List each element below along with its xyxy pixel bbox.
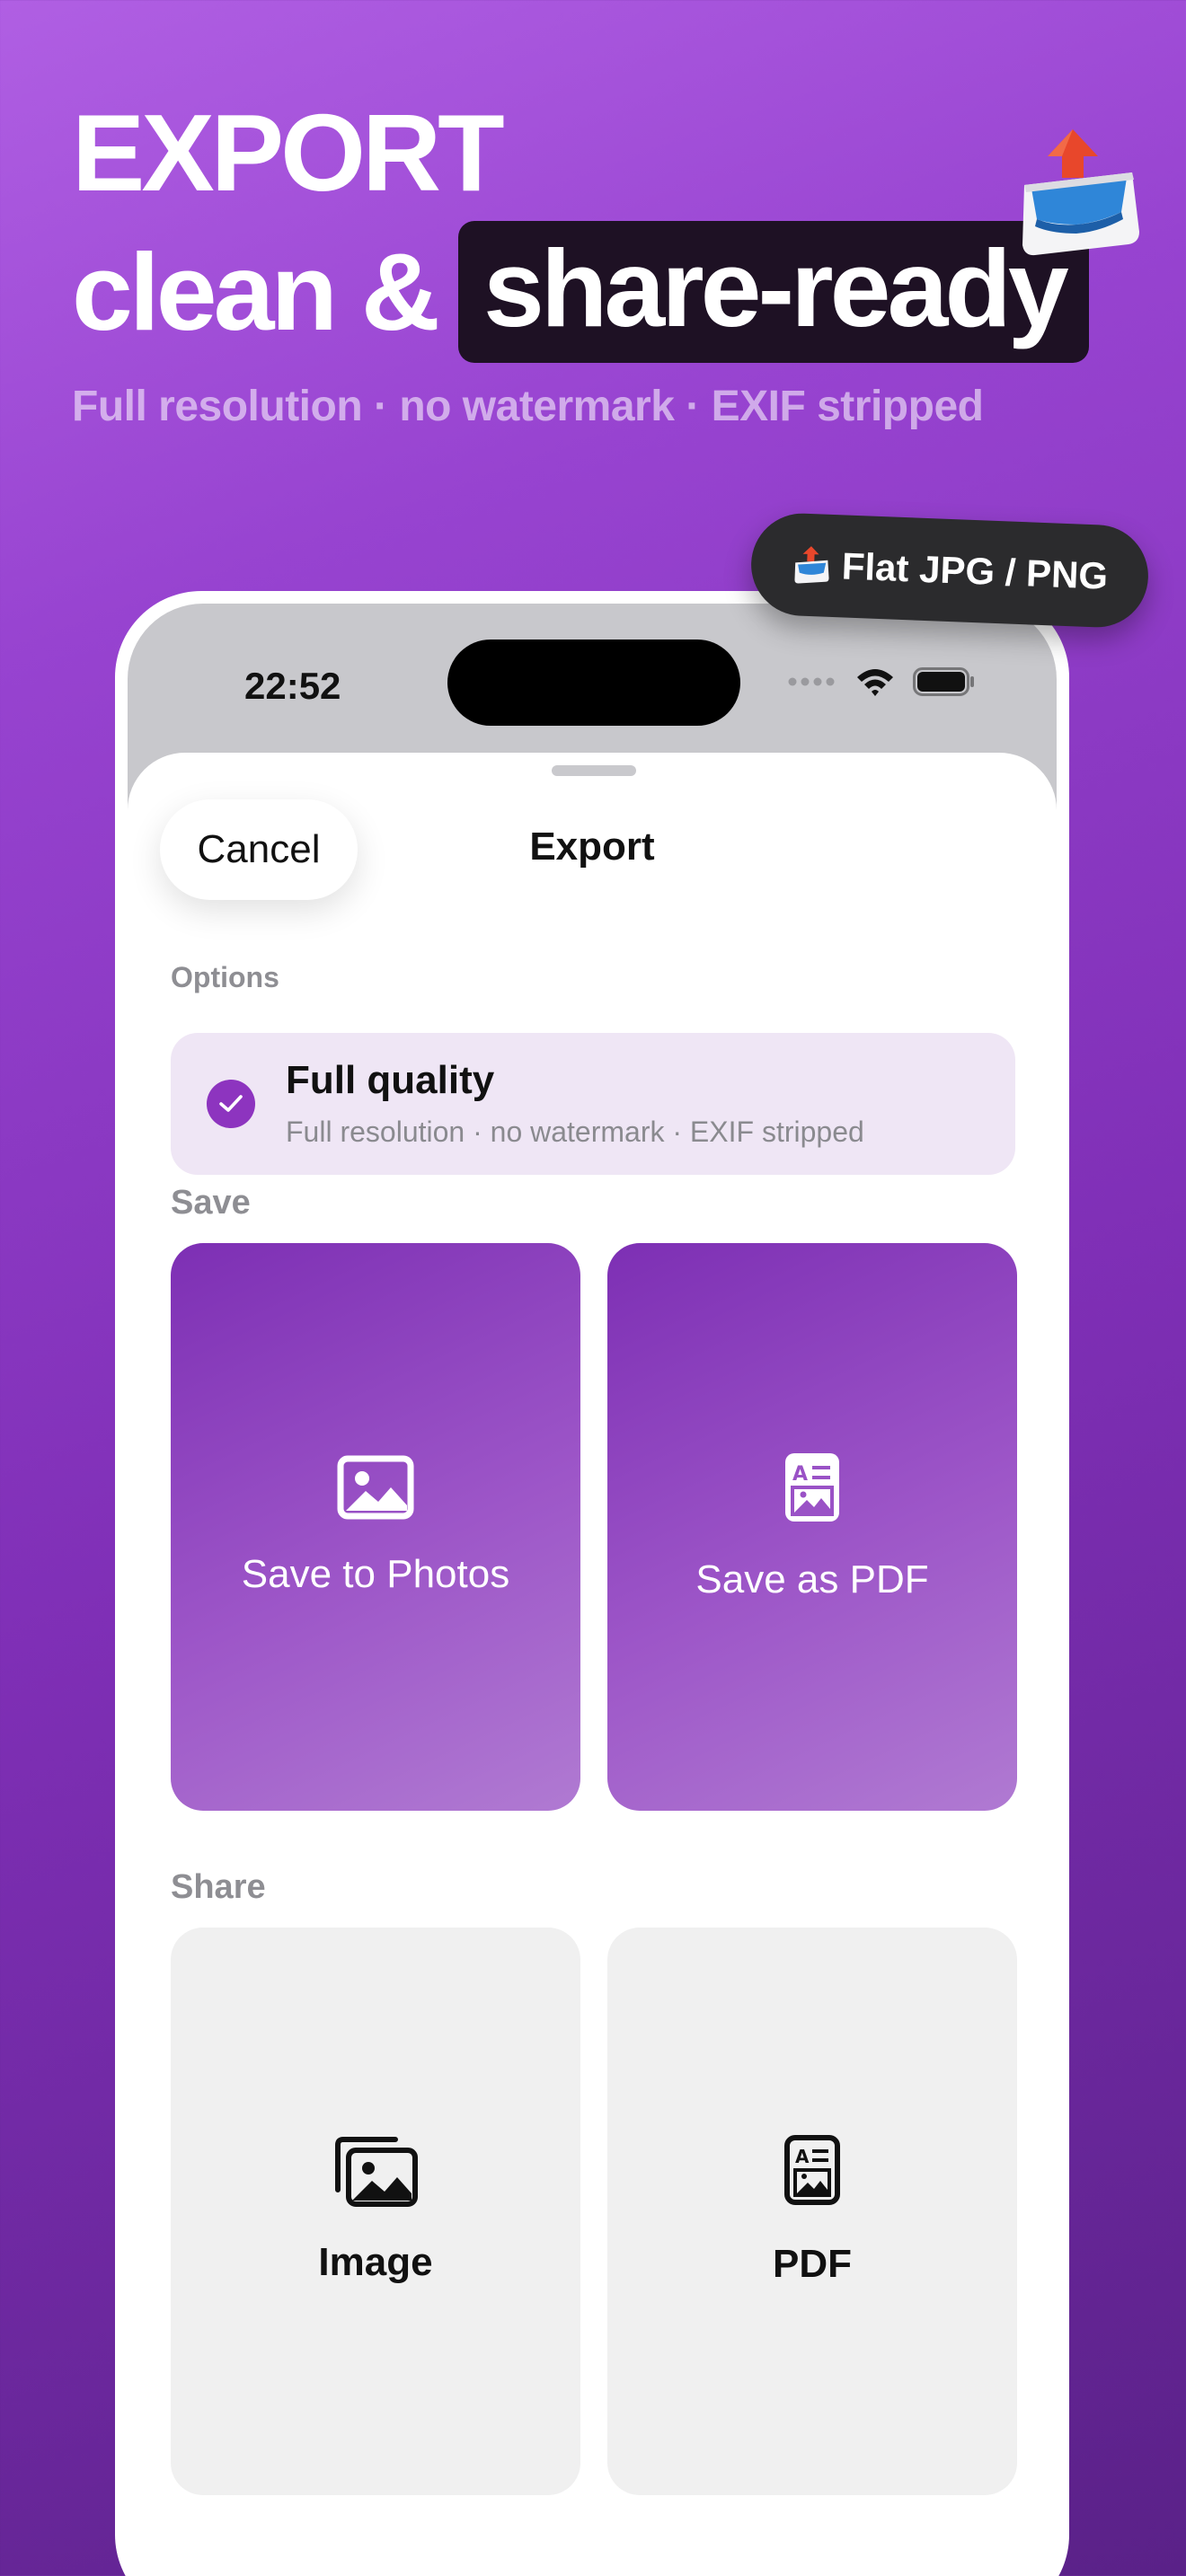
battery-icon [913, 667, 974, 696]
headline-plain-text: clean & [72, 231, 440, 353]
export-sheet: Cancel Export Options Full quality Full … [128, 753, 1057, 2576]
photo-stack-icon [335, 2137, 418, 2207]
headline-line-1: EXPORT [72, 92, 505, 214]
phone-frame: 22:52 Cancel Export Options Full quality… [115, 591, 1069, 2576]
wifi-icon [857, 669, 893, 696]
headline-line-2: clean & share-ready [72, 220, 1132, 364]
share-section-label: Share [171, 1868, 266, 1906]
headline-highlight: share-ready [457, 221, 1089, 363]
format-badge: Flat JPG / PNG [748, 511, 1151, 630]
status-time: 22:52 [244, 665, 341, 707]
hero-headline: EXPORT clean & share-ready [72, 94, 1132, 364]
save-section-label: Save [171, 1184, 251, 1222]
outbox-tray-icon [1022, 129, 1139, 256]
svg-text:A: A [792, 1463, 808, 1486]
options-section-label: Options [171, 961, 279, 993]
share-pdf-button[interactable]: A PDF [607, 1928, 1017, 2495]
option-description: Full resolution · no watermark · EXIF st… [286, 1116, 864, 1148]
checkmark-icon [207, 1080, 255, 1128]
status-icons [787, 666, 976, 697]
share-image-label: Image [318, 2240, 433, 2284]
full-quality-option[interactable]: Full quality Full resolution · no waterm… [171, 1033, 1015, 1175]
option-title: Full quality [286, 1058, 495, 1102]
format-badge-label: Flat JPG / PNG [841, 544, 1109, 597]
dynamic-island [447, 640, 740, 726]
sheet-title: Export [529, 825, 655, 869]
phone-screen: 22:52 Cancel Export Options Full quality… [128, 604, 1057, 2576]
photo-icon [337, 1455, 414, 1520]
share-image-button[interactable]: Image [171, 1928, 580, 2495]
share-pdf-label: PDF [773, 2242, 852, 2286]
hero-subtitle: Full resolution · no watermark · EXIF st… [72, 383, 984, 430]
pdf-document-icon: A [784, 2135, 840, 2205]
pdf-document-icon: A [785, 1453, 839, 1522]
outbox-tray-icon [794, 546, 829, 584]
save-to-photos-button[interactable]: Save to Photos [171, 1243, 580, 1811]
cellular-signal-icon [788, 677, 835, 686]
save-to-photos-label: Save to Photos [241, 1552, 510, 1596]
save-as-pdf-label: Save as PDF [695, 1557, 929, 1601]
sheet-grabber[interactable] [552, 765, 636, 776]
save-as-pdf-button[interactable]: A Save as PDF [607, 1243, 1017, 1811]
svg-text:A: A [795, 2146, 810, 2167]
